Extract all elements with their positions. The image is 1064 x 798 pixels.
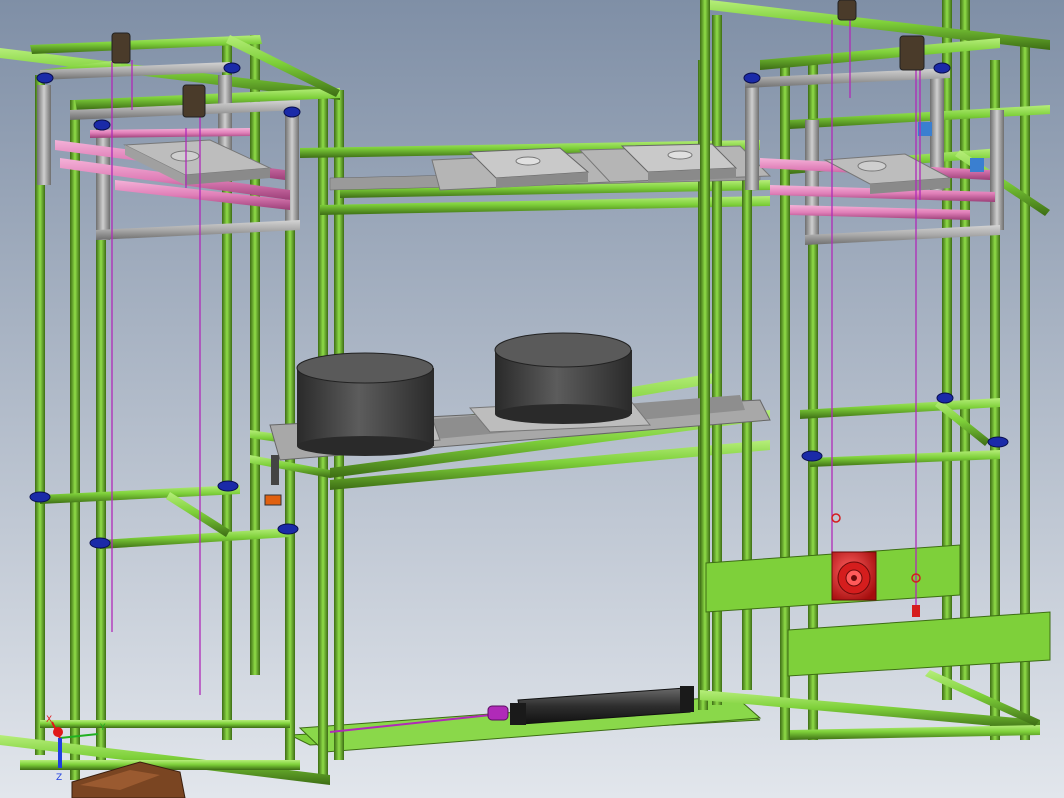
pulley-right-front <box>837 0 857 21</box>
pulley-left-back <box>182 84 206 118</box>
triad-y-label: Y <box>99 723 106 733</box>
triad-x-label: X <box>46 715 52 725</box>
cad-model-scene[interactable]: X Y Z <box>0 0 1064 798</box>
pulley-left-front <box>111 32 131 64</box>
drum-left <box>296 352 434 456</box>
triad-z-label: Z <box>56 773 62 783</box>
pulley-right-back <box>899 35 925 71</box>
cad-graphics-viewport[interactable]: X Y Z <box>0 0 1064 798</box>
drum-right <box>494 332 632 424</box>
